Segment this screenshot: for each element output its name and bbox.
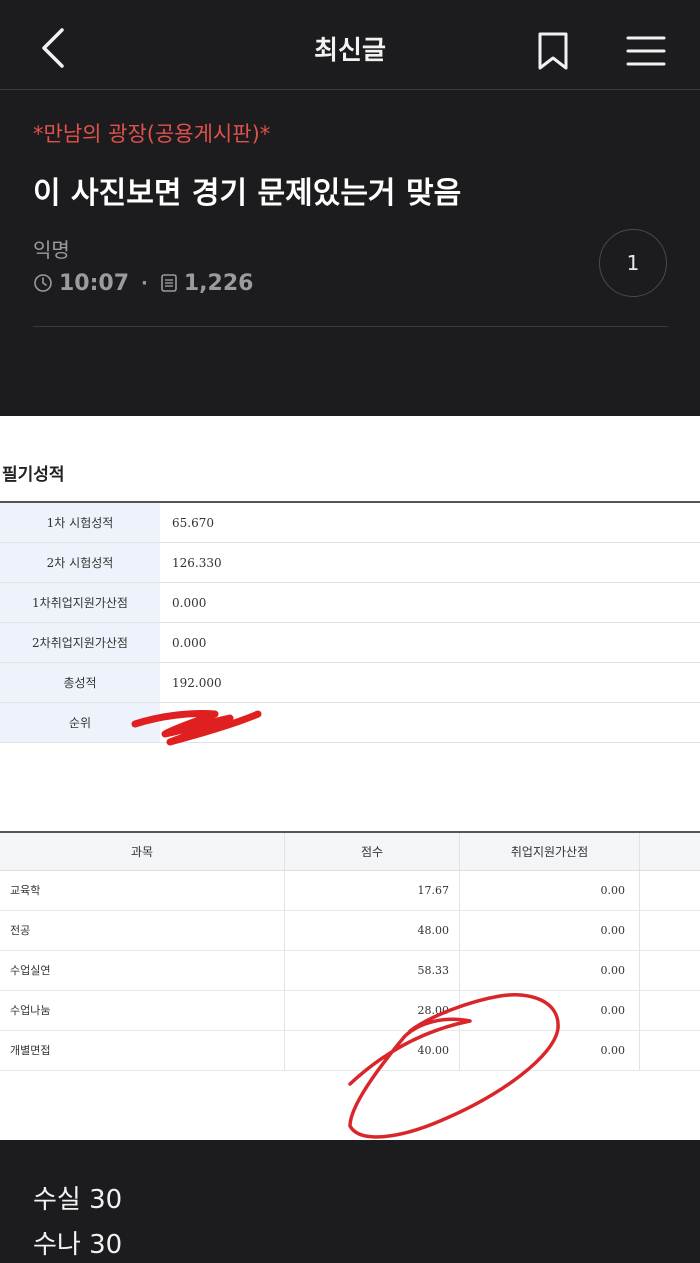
board-link[interactable]: *만남의 광장(공용게시판)* xyxy=(33,118,270,148)
score-label: 2차 시험성적 xyxy=(0,543,160,582)
subject-bonus: 0.00 xyxy=(460,871,640,910)
table-row: 총성적 192.000 xyxy=(0,663,700,703)
column-header-subject: 과목 xyxy=(0,833,285,870)
subject-name: 개별면접 xyxy=(0,1031,285,1070)
subject-name: 수업실연 xyxy=(0,951,285,990)
post-title: 이 사진보면 경기 문제있는거 맞음 xyxy=(33,176,462,211)
comment-count: 1 xyxy=(626,251,640,275)
document-icon xyxy=(161,274,177,292)
bookmark-icon xyxy=(538,32,568,70)
clock-icon xyxy=(34,274,52,292)
view-count: 1,226 xyxy=(183,270,254,296)
table-row: 전공 48.00 0.00 xyxy=(0,911,700,951)
body-line: 수실 30 xyxy=(33,1185,123,1215)
page-title: 최신글 xyxy=(314,36,386,66)
subject-score: 17.67 xyxy=(285,871,460,910)
post-meta: 10:07 · 1,226 xyxy=(33,268,253,298)
body-line: 수나 30 xyxy=(33,1230,123,1260)
table-row: 2차 시험성적 126.330 xyxy=(0,543,700,583)
table-row: 1차 시험성적 65.670 xyxy=(0,503,700,543)
table-row: 교육학 17.67 0.00 xyxy=(0,871,700,911)
score-label: 총성적 xyxy=(0,663,160,702)
post-time: 10:07 xyxy=(59,270,130,296)
score-label: 1차 시험성적 xyxy=(0,503,160,542)
subject-bonus: 0.00 xyxy=(460,1031,640,1070)
subject-score: 40.00 xyxy=(285,1031,460,1070)
subject-score: 28.00 xyxy=(285,991,460,1030)
table-row: 개별면접 40.00 0.00 xyxy=(0,1031,700,1071)
score-value xyxy=(160,703,172,742)
attached-image: 필기성적 1차 시험성적 65.670 2차 시험성적 126.330 1차취업… xyxy=(0,416,700,1140)
score-label: 2차취업지원가산점 xyxy=(0,623,160,662)
comment-count-button[interactable]: 1 xyxy=(599,229,667,297)
table-header: 과목 점수 취업지원가산점 xyxy=(0,833,700,871)
score-value: 0.000 xyxy=(172,636,207,650)
image-heading: 필기성적 xyxy=(2,465,65,485)
subject-score: 58.33 xyxy=(285,951,460,990)
subject-bonus: 0.00 xyxy=(460,991,640,1030)
score-value: 65.670 xyxy=(172,516,214,530)
score-value: 0.000 xyxy=(172,596,207,610)
header-divider xyxy=(33,326,668,327)
bookmark-button[interactable] xyxy=(530,28,576,74)
score-summary-table: 1차 시험성적 65.670 2차 시험성적 126.330 1차취업지원가산점… xyxy=(0,501,700,743)
subject-name: 전공 xyxy=(0,911,285,950)
score-label: 순위 xyxy=(0,703,160,742)
menu-button[interactable] xyxy=(620,28,672,74)
score-value: 126.330 xyxy=(172,556,222,570)
column-header-bonus: 취업지원가산점 xyxy=(460,833,640,870)
table-row: 수업나눔 28.00 0.00 xyxy=(0,991,700,1031)
score-value: 192.000 xyxy=(172,676,222,690)
subject-score-table: 과목 점수 취업지원가산점 교육학 17.67 0.00 전공 48.00 0.… xyxy=(0,831,700,1071)
subject-score: 48.00 xyxy=(285,911,460,950)
table-row: 순위 xyxy=(0,703,700,743)
table-row: 1차취업지원가산점 0.000 xyxy=(0,583,700,623)
subject-bonus: 0.00 xyxy=(460,911,640,950)
subject-name: 교육학 xyxy=(0,871,285,910)
column-header-score: 점수 xyxy=(285,833,460,870)
meta-separator: · xyxy=(141,272,148,294)
author-name: 익명 xyxy=(33,238,70,262)
post-body: 수실 30 수나 30 xyxy=(33,1178,122,1263)
hamburger-menu-icon xyxy=(626,36,666,66)
score-label: 1차취업지원가산점 xyxy=(0,583,160,622)
table-row: 수업실연 58.33 0.00 xyxy=(0,951,700,991)
subject-name: 수업나눔 xyxy=(0,991,285,1030)
subject-bonus: 0.00 xyxy=(460,951,640,990)
top-navigation-bar: 최신글 xyxy=(0,0,700,90)
table-row: 2차취업지원가산점 0.000 xyxy=(0,623,700,663)
